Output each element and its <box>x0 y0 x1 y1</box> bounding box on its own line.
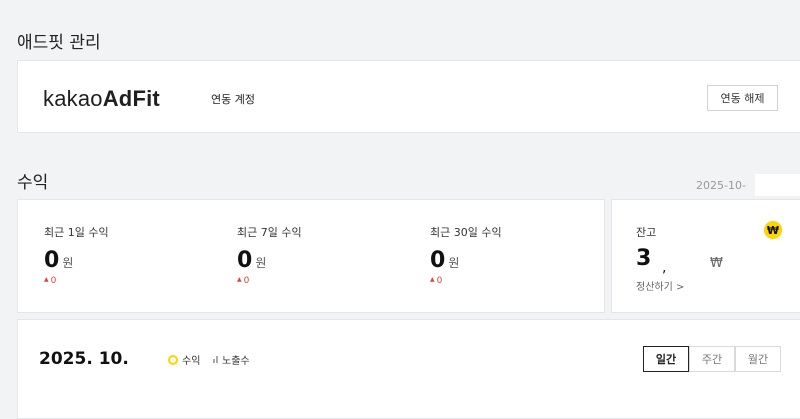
stat-unit: 원 <box>448 256 460 270</box>
up-arrow-icon: ▲ <box>237 276 242 283</box>
balance-card: 잔고 ₩ 3 , ₩ 정산하기 > <box>611 199 800 313</box>
stat-change: 0 <box>436 276 443 286</box>
balance-value: 3 <box>636 246 652 271</box>
stat-value: 0 <box>44 248 60 273</box>
settle-link[interactable]: 정산하기 > <box>636 278 684 293</box>
stat-unit: 원 <box>255 256 267 270</box>
period-tabs: 일간 주간 월간 <box>643 346 781 372</box>
tab-daily[interactable]: 일간 <box>643 346 689 372</box>
stat-change: 0 <box>243 276 250 286</box>
page-title: 애드핏 관리 <box>17 33 101 53</box>
link-status: 연동 계정 <box>211 93 255 106</box>
chart-date: 2025. 10. <box>39 349 129 369</box>
revenue-date: 2025-10- <box>696 179 746 192</box>
up-arrow-icon: ▲ <box>430 276 435 283</box>
stat-change: 0 <box>50 276 57 286</box>
balance-currency: ₩ <box>710 256 723 271</box>
stat-label: 최근 30일 수익 <box>430 226 502 239</box>
tab-weekly[interactable]: 주간 <box>689 346 735 372</box>
stat-unit: 원 <box>62 256 74 270</box>
balance-label: 잔고 <box>636 226 657 239</box>
revenue-stats-card: 최근 1일 수익 0원 ▲ 0 최근 7일 수익 0원 ▲ 0 최근 30일 수익 … <box>17 199 605 313</box>
up-arrow-icon: ▲ <box>44 276 49 283</box>
stat-label: 최근 7일 수익 <box>237 226 302 239</box>
chart-panel-card: 2025. 10. 수익 노출수 일간 주간 월간 <box>17 319 800 419</box>
stat-label: 최근 1일 수익 <box>44 226 109 239</box>
account-card: kakaoAdFit 연동 계정 연동 해제 <box>17 60 800 133</box>
stat-value: 0 <box>237 248 253 273</box>
stat-30day: 최근 30일 수익 0원 ▲ 0 <box>430 224 502 286</box>
legend-impressions: 노출수 <box>213 352 250 367</box>
legend-revenue: 수익 <box>168 352 200 367</box>
tab-monthly[interactable]: 월간 <box>735 346 781 372</box>
won-coin-icon: ₩ <box>764 221 782 239</box>
stat-value: 0 <box>430 248 446 273</box>
revenue-title: 수익 <box>17 173 49 193</box>
kakao-adfit-logo: kakaoAdFit <box>43 86 160 111</box>
bar-chart-icon <box>213 356 218 363</box>
stat-1day: 최근 1일 수익 0원 ▲ 0 <box>44 224 109 286</box>
ring-icon <box>168 354 178 365</box>
balance-separator: , <box>662 260 667 276</box>
stat-7day: 최근 7일 수익 0원 ▲ 0 <box>237 224 302 286</box>
date-redaction <box>755 174 800 196</box>
unlink-button[interactable]: 연동 해제 <box>707 85 778 111</box>
